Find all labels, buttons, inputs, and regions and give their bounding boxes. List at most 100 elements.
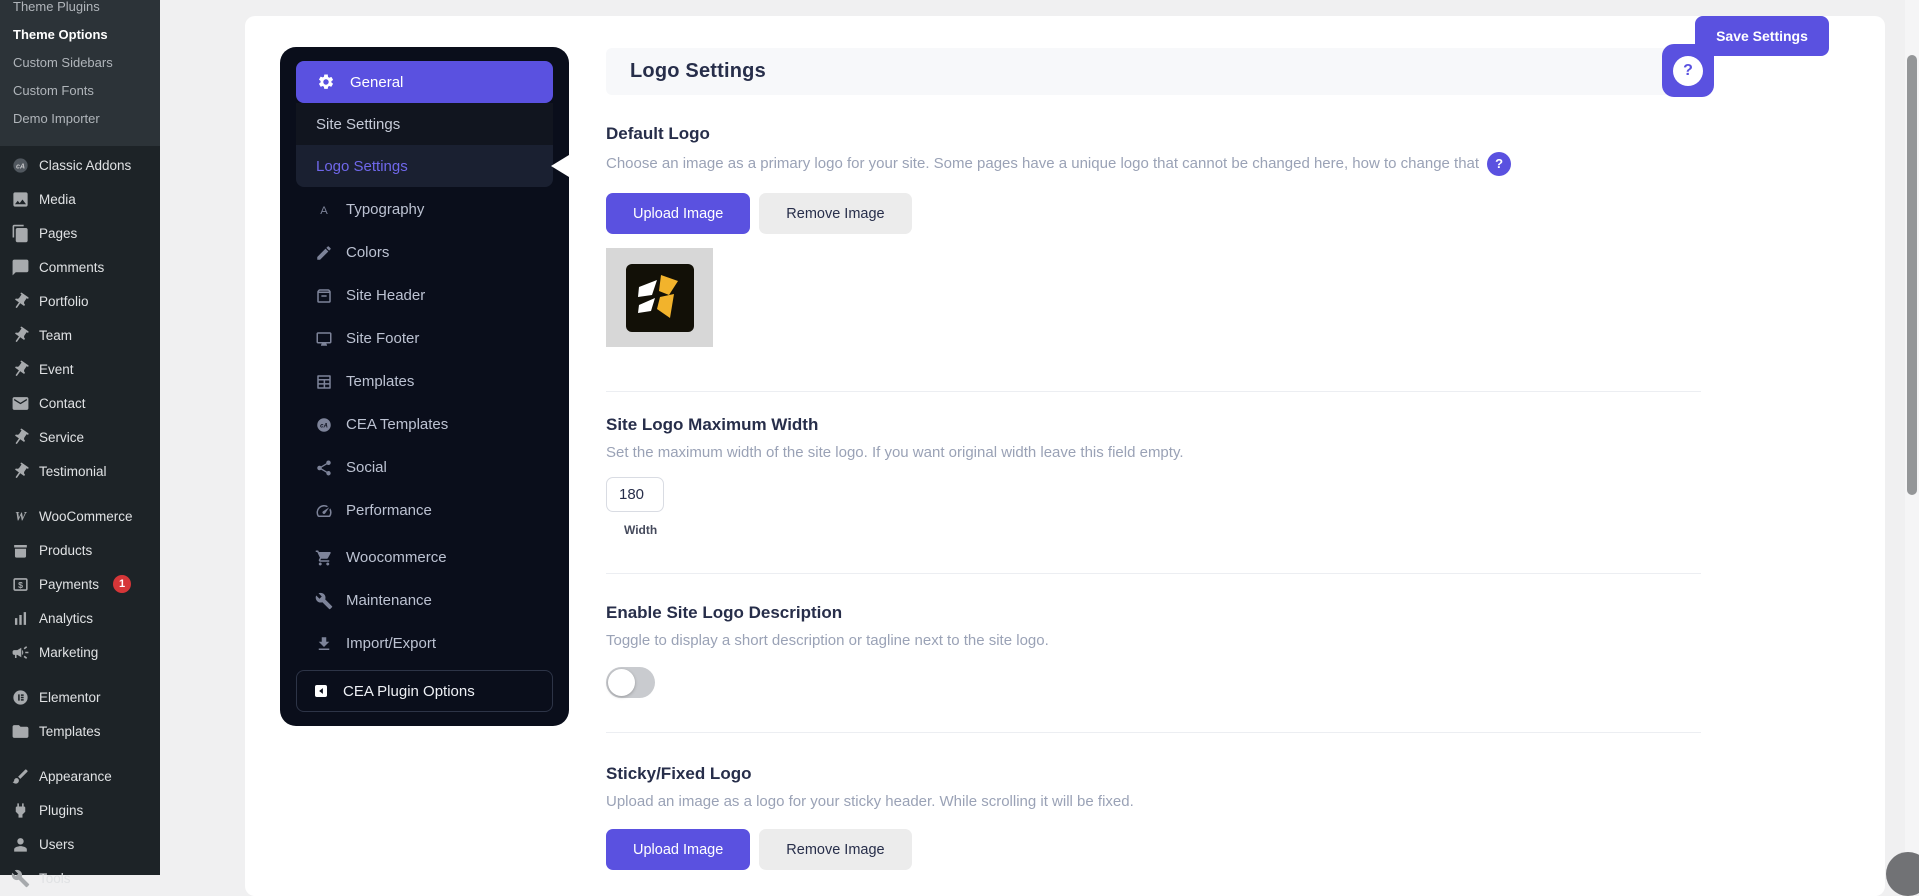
theme-nav-item[interactable]: Colors	[296, 231, 553, 274]
question-mark-icon: ?	[1673, 56, 1703, 86]
theme-nav-item-label: Colors	[346, 244, 389, 261]
sidebar-menu-item-label: Products	[39, 543, 92, 558]
logo-description-description: Toggle to display a short description or…	[606, 631, 1701, 651]
sidebar-menu-item[interactable]: Appearance	[0, 759, 160, 793]
sidebar-menu-item-label: WooCommerce	[39, 509, 133, 524]
pin-icon	[10, 427, 30, 447]
count-badge: 1	[113, 575, 131, 593]
sidebar-menu-item[interactable]: Templates	[0, 714, 160, 748]
save-settings-button[interactable]: Save Settings	[1695, 16, 1829, 56]
sticky-logo-buttons: Upload Image Remove Image	[606, 829, 1701, 870]
sidebar-menu-item[interactable]: Marketing	[0, 635, 160, 669]
sidebar-menu-item[interactable]: Comments	[0, 250, 160, 284]
theme-options-nav: General Site Settings Logo Settings Typo…	[280, 47, 569, 726]
section-divider	[606, 732, 1701, 733]
theme-nav-item-label: Site Header	[346, 287, 425, 304]
sidebar-menu-item[interactable]: Testimonial	[0, 454, 160, 488]
inline-help-icon[interactable]: ?	[1487, 152, 1511, 176]
theme-nav-item[interactable]: Typography	[296, 188, 553, 231]
remove-image-button[interactable]: Remove Image	[759, 829, 911, 870]
submenu-item[interactable]: Theme Options	[0, 20, 160, 48]
logo-preview[interactable]	[606, 248, 713, 347]
site-logo-description-toggle[interactable]	[606, 667, 655, 698]
submenu-item[interactable]: Demo Importer	[0, 104, 160, 132]
submenu-item-label: Theme Plugins	[13, 0, 100, 14]
comment-icon	[10, 257, 30, 277]
pin-icon	[10, 359, 30, 379]
sidebar-menu-item-label: Analytics	[39, 611, 93, 626]
upload-image-button[interactable]: Upload Image	[606, 193, 750, 234]
scrollbar-thumb[interactable]	[1907, 55, 1917, 495]
sidebar-menu-item-label: Testimonial	[39, 464, 107, 479]
logo-max-width-input[interactable]	[606, 477, 664, 512]
submenu-item[interactable]: Custom Fonts	[0, 76, 160, 104]
sidebar-menu-item[interactable]: Pages	[0, 216, 160, 250]
sidebar-menu-item-label: Elementor	[39, 690, 101, 705]
sidebar-menu-item[interactable]: Products	[0, 533, 160, 567]
wp-admin-sidebar: Theme Plugins Theme Options Custom Sideb…	[0, 0, 160, 875]
wrench-icon	[10, 868, 30, 888]
sidebar-menu-item[interactable]: Portfolio	[0, 284, 160, 318]
sidebar-menu-item[interactable]: WooCommerce	[0, 499, 160, 533]
sidebar-menu-item[interactable]: Classic Addons	[0, 148, 160, 182]
pin-icon	[10, 325, 30, 345]
remove-image-button[interactable]: Remove Image	[759, 193, 911, 234]
default-logo-title: Default Logo	[606, 124, 1701, 144]
sidebar-menu-item-label: Marketing	[39, 645, 98, 660]
plug-icon	[10, 800, 30, 820]
submenu-item[interactable]: Theme Plugins	[0, 0, 160, 20]
sticky-logo-title: Sticky/Fixed Logo	[606, 764, 1701, 784]
tab-general-label: General	[350, 74, 403, 91]
default-logo-buttons: Upload Image Remove Image	[606, 193, 1701, 234]
sidebar-menu-item[interactable]: Users	[0, 827, 160, 861]
sidebar-menu-item[interactable]: Media	[0, 182, 160, 216]
sidebar-menu-item[interactable]: Elementor	[0, 680, 160, 714]
submenu-item[interactable]: Custom Sidebars	[0, 48, 160, 76]
pen-icon	[314, 243, 334, 263]
sidebar-menu-item-label: Tools	[39, 871, 71, 886]
cea-plugin-options-button[interactable]: CEA Plugin Options	[296, 670, 553, 712]
theme-nav-list: Typography Colors Site Header Site Foote…	[280, 188, 569, 665]
width-field-label: Width	[606, 523, 1701, 537]
gear-icon	[316, 72, 336, 92]
sidebar-menu-item[interactable]: Event	[0, 352, 160, 386]
theme-nav-item[interactable]: Site Footer	[296, 317, 553, 360]
theme-nav-item[interactable]: Maintenance	[296, 579, 553, 622]
sticky-logo-description: Upload an image as a logo for your stick…	[606, 792, 1701, 812]
theme-nav-item[interactable]: Templates	[296, 360, 553, 403]
dollar-icon	[10, 574, 30, 594]
general-subsections: Site Settings Logo Settings	[296, 103, 553, 187]
theme-nav-item[interactable]: Social	[296, 446, 553, 489]
theme-nav-item[interactable]: Site Header	[296, 274, 553, 317]
submenu-item-label: Custom Fonts	[13, 83, 94, 98]
theme-nav-item[interactable]: CEA Templates	[296, 403, 553, 446]
theme-nav-sub-item[interactable]: Logo Settings	[296, 145, 553, 187]
upload-image-button[interactable]: Upload Image	[606, 829, 750, 870]
sidebar-menu-item-label: Templates	[39, 724, 101, 739]
sidebar-menu-item-label: Portfolio	[39, 294, 89, 309]
corner-widget[interactable]	[1886, 852, 1919, 896]
theme-nav-sub-item[interactable]: Site Settings	[296, 103, 553, 145]
sidebar-menu-item-label: Users	[39, 837, 74, 852]
sidebar-menu-item-label: Plugins	[39, 803, 83, 818]
sidebar-menu-item[interactable]: Contact	[0, 386, 160, 420]
sidebar-menu-item[interactable]: Team	[0, 318, 160, 352]
scrollbar-track[interactable]	[1905, 0, 1919, 875]
plugin-box-icon	[311, 681, 331, 701]
pin-icon	[10, 291, 30, 311]
sidebar-menu-item[interactable]: Plugins	[0, 793, 160, 827]
theme-nav-item[interactable]: Performance	[296, 489, 553, 532]
theme-nav-sub-item-label: Logo Settings	[316, 158, 408, 175]
sidebar-menu-item[interactable]: Payments 1	[0, 567, 160, 601]
brush-icon	[10, 766, 30, 786]
sidebar-menu-item[interactable]: Tools	[0, 861, 160, 895]
tab-general[interactable]: General	[296, 61, 553, 103]
theme-nav-item[interactable]: Woocommerce	[296, 536, 553, 579]
grid-icon	[314, 372, 334, 392]
theme-nav-item[interactable]: Import/Export	[296, 622, 553, 665]
sidebar-menu-item-label: Event	[39, 362, 74, 377]
sidebar-menu-item[interactable]: Service	[0, 420, 160, 454]
cea-plugin-options-label: CEA Plugin Options	[343, 683, 475, 700]
sidebar-menu-item[interactable]: Analytics	[0, 601, 160, 635]
sidebar-menu-item-label: Media	[39, 192, 76, 207]
